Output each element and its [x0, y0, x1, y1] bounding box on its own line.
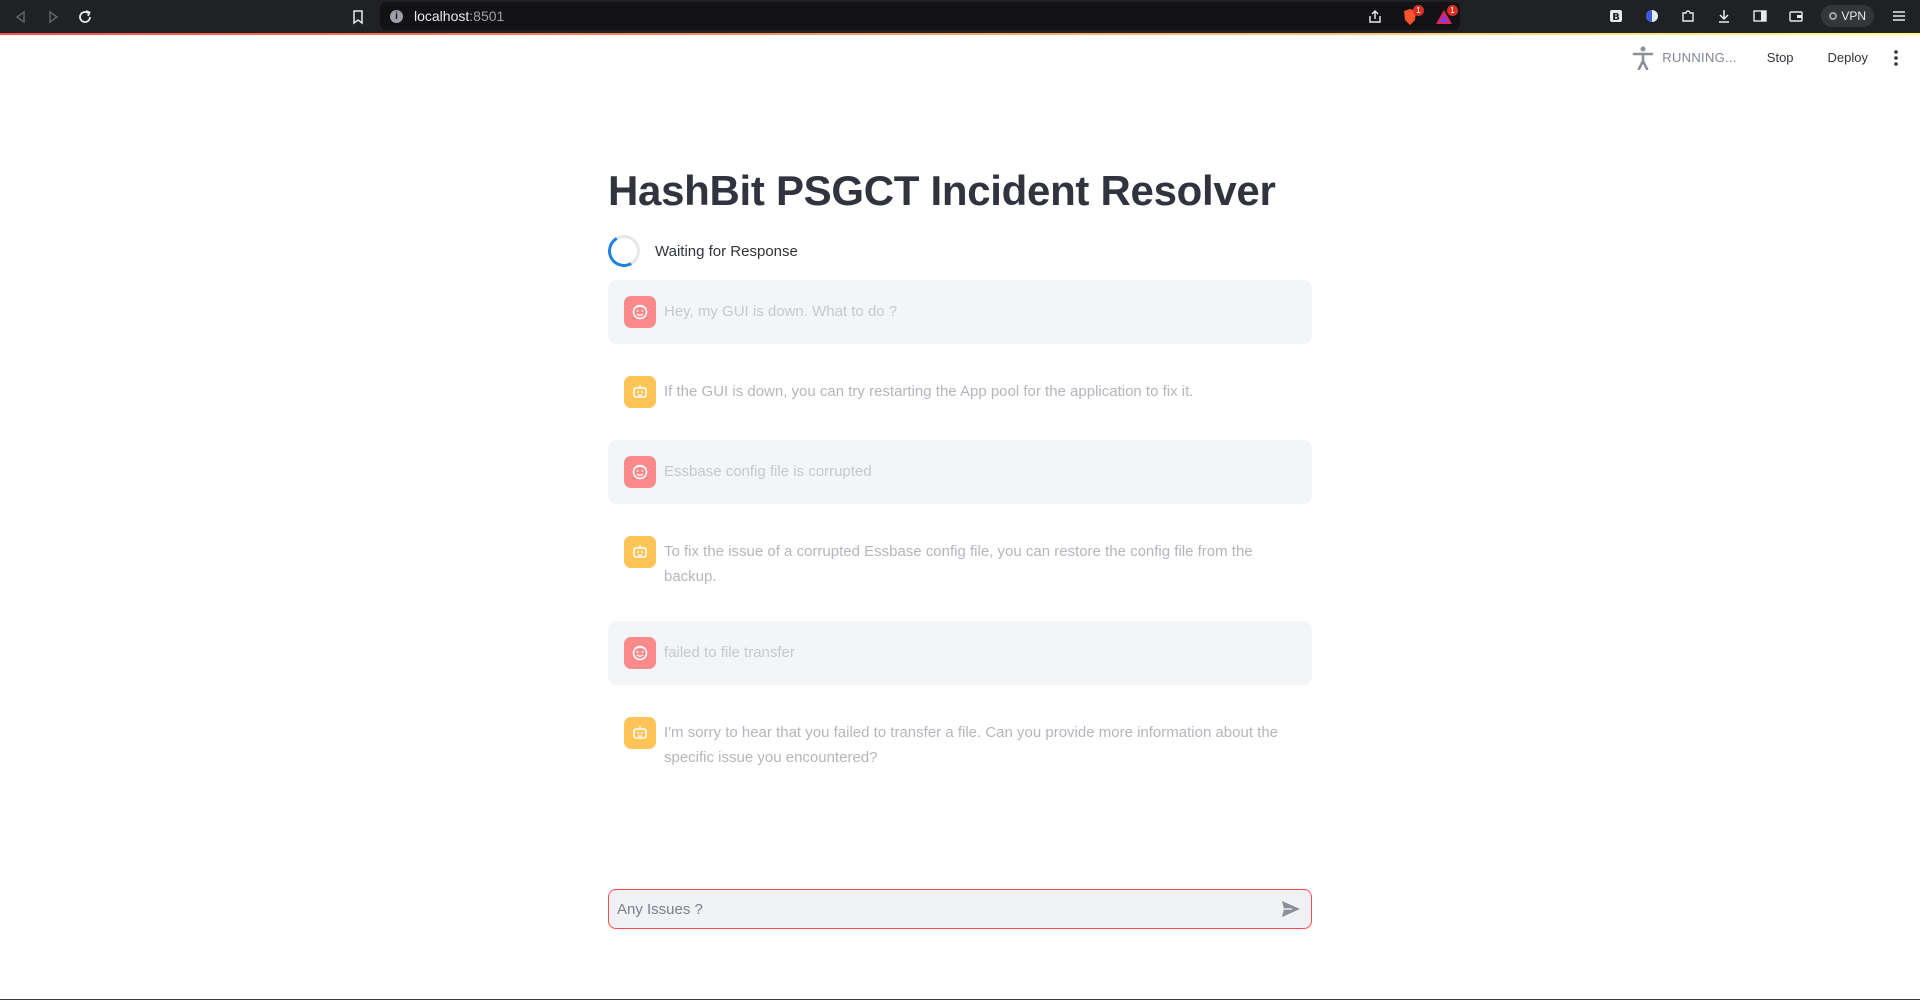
- svg-text:B: B: [1613, 12, 1621, 23]
- user-avatar-icon: [624, 637, 656, 669]
- forward-arrow-icon: [49, 10, 59, 24]
- forward-button[interactable]: [42, 6, 64, 28]
- message-text: If the GUI is down, you can try restarti…: [664, 383, 1194, 400]
- brave-rewards-icon[interactable]: 1: [1434, 5, 1458, 27]
- vpn-label: VPN: [1841, 9, 1866, 23]
- user-avatar-icon: [624, 296, 656, 328]
- wallet-icon[interactable]: [1785, 5, 1807, 27]
- app-header: RUNNING... Stop Deploy: [1632, 35, 1920, 80]
- assistant-avatar-icon: [624, 717, 656, 749]
- main-menu-icon[interactable]: [1884, 46, 1908, 70]
- message-text: To fix the issue of a corrupted Essbase …: [664, 543, 1253, 585]
- chat-message-assistant: If the GUI is down, you can try restarti…: [608, 360, 1312, 424]
- bookmark-button[interactable]: [347, 6, 369, 28]
- menu-icon[interactable]: [1888, 5, 1910, 27]
- running-indicator: RUNNING...: [1632, 46, 1737, 70]
- message-text: Essbase config file is corrupted: [664, 463, 872, 480]
- assistant-avatar-icon: [624, 376, 656, 408]
- site-info-icon[interactable]: i: [390, 9, 403, 23]
- main-content: HashBit PSGCT Incident Resolver Waiting …: [604, 160, 1312, 802]
- running-person-icon: [1632, 46, 1654, 70]
- back-button[interactable]: [10, 6, 32, 28]
- extension-contrast-icon[interactable]: [1641, 5, 1663, 27]
- loading-spinner-icon: [604, 231, 644, 271]
- chat-message-user: Essbase config file is corrupted: [608, 440, 1312, 504]
- chat-message-assistant: I'm sorry to hear that you failed to tra…: [608, 701, 1312, 786]
- rewards-badge-count: 1: [1447, 5, 1458, 16]
- bookmark-icon: [353, 10, 363, 25]
- user-avatar-icon: [624, 456, 656, 488]
- sidebar-toggle-icon[interactable]: [1749, 5, 1771, 27]
- chat-message-user: failed to file transfer: [608, 621, 1312, 685]
- message-text: Hey, my GUI is down. What to do ?: [664, 303, 898, 320]
- browser-toolbar: i localhost:8501 1 1 B VPN: [0, 0, 1920, 33]
- status-text: Waiting for Response: [655, 242, 798, 260]
- send-icon: [1282, 901, 1300, 917]
- status-row: Waiting for Response: [604, 231, 1312, 271]
- vpn-button[interactable]: VPN: [1821, 5, 1874, 27]
- message-text: I'm sorry to hear that you failed to tra…: [664, 724, 1279, 766]
- stop-button[interactable]: Stop: [1757, 44, 1804, 71]
- running-status-text: RUNNING...: [1662, 50, 1737, 65]
- chat-input[interactable]: [609, 890, 1271, 928]
- extension-b-icon[interactable]: B: [1605, 5, 1627, 27]
- assistant-avatar-icon: [624, 536, 656, 568]
- reload-button[interactable]: [74, 6, 96, 28]
- back-arrow-icon: [15, 10, 25, 24]
- vpn-status-icon: [1829, 12, 1838, 20]
- deploy-button[interactable]: Deploy: [1818, 44, 1878, 71]
- chat-input-container: [608, 889, 1312, 929]
- chat-messages: Hey, my GUI is down. What to do ? If the…: [608, 280, 1312, 786]
- url-text: localhost:8501: [414, 8, 505, 24]
- share-icon[interactable]: [1364, 6, 1386, 28]
- shield-badge-count: 1: [1413, 5, 1424, 16]
- message-text: failed to file transfer: [664, 644, 795, 661]
- chat-message-user: Hey, my GUI is down. What to do ?: [608, 280, 1312, 344]
- send-button[interactable]: [1271, 890, 1311, 928]
- reload-icon: [79, 10, 91, 23]
- brave-shield-icon[interactable]: 1: [1400, 5, 1424, 27]
- address-bar[interactable]: i localhost:8501 1 1: [380, 2, 1460, 30]
- chat-message-assistant: To fix the issue of a corrupted Essbase …: [608, 520, 1312, 605]
- download-icon[interactable]: [1713, 5, 1735, 27]
- page-title: HashBit PSGCT Incident Resolver: [608, 167, 1276, 214]
- extensions-puzzle-icon[interactable]: [1677, 5, 1699, 27]
